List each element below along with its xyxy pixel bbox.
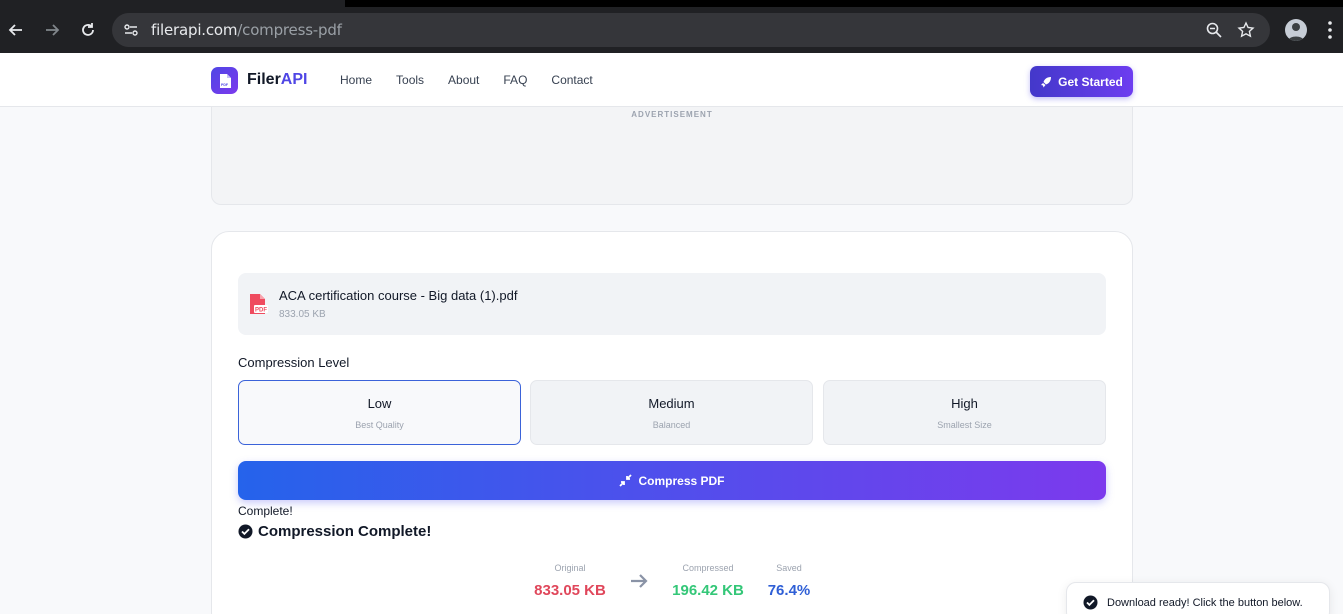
level-name: High (951, 396, 978, 411)
file-size: 833.05 KB (279, 309, 326, 320)
completion-heading-text: Compression Complete! (258, 523, 432, 540)
url-path: /compress-pdf (237, 21, 342, 39)
check-circle-icon (238, 524, 253, 539)
original-value: 833.05 KB (534, 582, 606, 599)
site-info-icon[interactable] (122, 21, 140, 39)
compress-pdf-label: Compress PDF (638, 473, 725, 488)
rocket-icon (1041, 76, 1052, 87)
arrow-right-icon (629, 572, 649, 590)
browser-menu-icon[interactable] (1326, 20, 1334, 40)
completion-heading: Compression Complete! (238, 523, 431, 540)
pdf-file-icon: PDF (248, 293, 268, 315)
level-name: Low (367, 396, 392, 411)
browser-tab-strip (0, 0, 1343, 7)
level-low-option[interactable]: Low Best Quality (238, 380, 521, 445)
forward-icon[interactable] (41, 19, 63, 41)
profile-avatar[interactable] (1285, 19, 1307, 41)
level-medium-option[interactable]: Medium Balanced (530, 380, 813, 445)
level-desc: Best Quality (355, 420, 404, 430)
compressed-value: 196.42 KB (672, 582, 744, 599)
nav-faq[interactable]: FAQ (503, 73, 527, 87)
get-started-label: Get Started (1058, 74, 1123, 89)
compression-level-label: Compression Level (238, 355, 350, 370)
back-icon[interactable] (5, 19, 27, 41)
advertisement-label: ADVERTISEMENT (631, 110, 713, 119)
logo-accent: API (280, 71, 308, 88)
compress-pdf-button[interactable]: Compress PDF (238, 461, 1106, 500)
svg-text:PDF: PDF (255, 308, 267, 314)
level-desc: Smallest Size (937, 420, 992, 430)
logo-pdf-icon[interactable]: PDF (211, 67, 238, 94)
main-nav: Home Tools About FAQ Contact (340, 73, 617, 87)
check-circle-icon (1083, 595, 1098, 610)
selected-file: PDF ACA certification course - Big data … (238, 273, 1106, 335)
level-name: Medium (648, 396, 695, 411)
get-started-button[interactable]: Get Started (1030, 66, 1133, 97)
status-text: Complete! (238, 504, 293, 518)
download-toast[interactable]: Download ready! Click the button below. (1066, 582, 1330, 614)
compressed-label: Compressed (682, 563, 734, 573)
nav-home[interactable]: Home (340, 73, 372, 87)
zoom-icon[interactable] (1205, 21, 1223, 39)
address-bar[interactable]: filerapi.com/compress-pdf (112, 13, 1270, 47)
advertisement-area[interactable]: ADVERTISEMENT (211, 107, 1133, 205)
compressed-size-stat: Compressed 196.42 KB (667, 563, 749, 599)
file-name: ACA certification course - Big data (1).… (279, 288, 518, 303)
compress-card: PDF ACA certification course - Big data … (211, 231, 1133, 614)
logo-text[interactable]: FilerAPI (247, 71, 307, 89)
original-label: Original (554, 563, 586, 573)
logo-main: Filer (247, 71, 281, 88)
saved-label: Saved (776, 563, 802, 573)
compress-icon (619, 474, 633, 487)
reload-icon[interactable] (77, 19, 99, 41)
url-host: filerapi.com (151, 21, 238, 39)
saved-value: 76.4% (767, 582, 811, 599)
original-size-stat: Original 833.05 KB (530, 563, 610, 599)
svg-text:PDF: PDF (221, 83, 229, 87)
bookmark-star-icon[interactable] (1237, 21, 1255, 39)
level-desc: Balanced (652, 420, 691, 430)
nav-contact[interactable]: Contact (551, 73, 592, 87)
site-header: PDF FilerAPI Home Tools About FAQ Contac… (0, 53, 1343, 107)
active-tab[interactable] (0, 0, 345, 7)
saved-stat: Saved 76.4% (764, 563, 814, 599)
nav-about[interactable]: About (448, 73, 479, 87)
level-high-option[interactable]: High Smallest Size (823, 380, 1106, 445)
url-text: filerapi.com/compress-pdf (151, 21, 342, 39)
nav-tools[interactable]: Tools (396, 73, 424, 87)
toast-message: Download ready! Click the button below. (1107, 597, 1303, 609)
browser-toolbar: filerapi.com/compress-pdf (0, 7, 1343, 53)
